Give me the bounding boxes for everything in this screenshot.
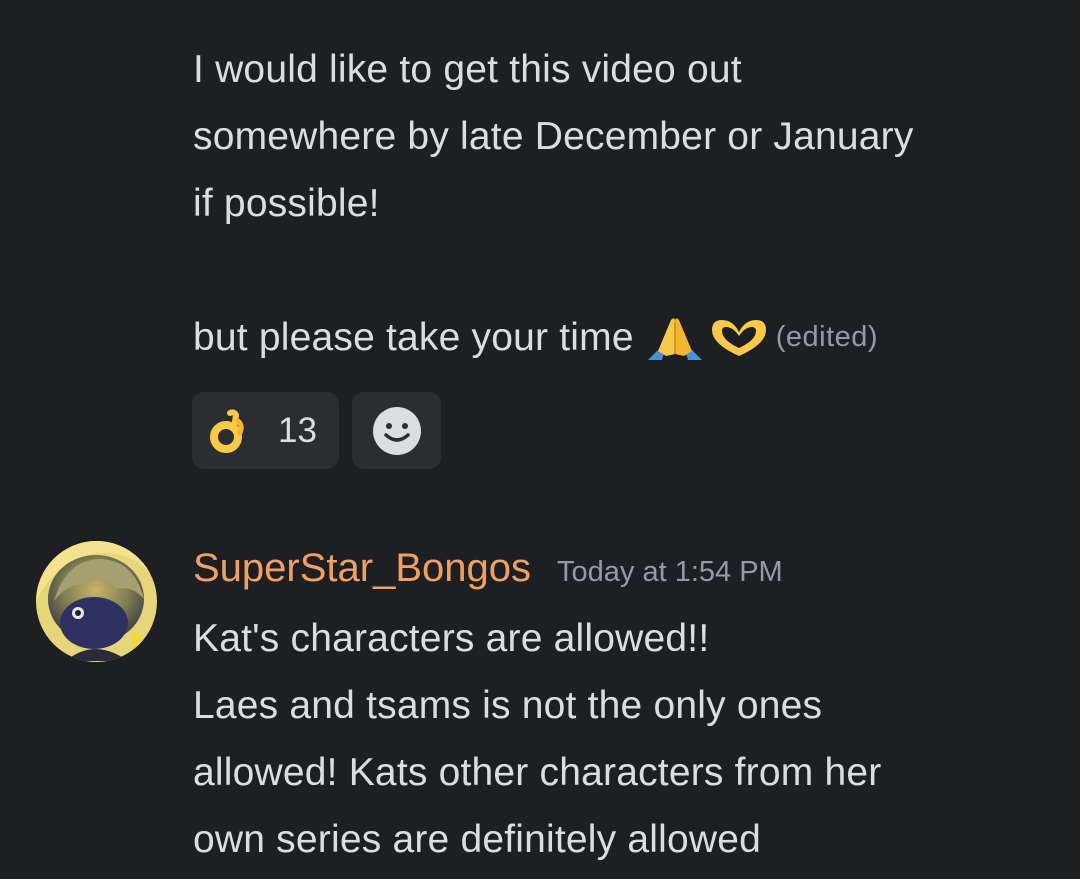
reaction-count: 13 [278,410,317,450]
message-line: somewhere by late December or January [193,115,914,158]
avatar-image [36,541,157,662]
message-line: Kat's characters are allowed!! [193,617,710,660]
edited-label: (edited) [775,321,879,353]
avatar[interactable] [36,541,157,662]
heart-hands-emoji-icon [711,319,766,356]
message-header: SuperStar_Bongos Today at 1:54 PM [193,546,783,606]
message-content: I would like to get this video out somew… [193,36,914,371]
message-line: if possible! [193,182,380,225]
message-line: I would like to get this video out [193,48,742,91]
message-line: own series are definitely allowed [193,818,762,861]
username[interactable]: SuperStar_Bongos [193,546,531,591]
message-line-last: but please take your time (edited) [193,304,914,371]
ok-hand-emoji-icon [210,408,244,453]
add-reaction-icon [372,406,421,455]
timestamp: Today at 1:54 PM [557,556,783,588]
message-content: Kat's characters are allowed!! Laes and … [193,605,881,873]
reaction-ok-hand[interactable]: 13 [192,392,339,469]
reactions-bar: 13 [192,392,441,469]
message-line: but please take your time [193,316,634,359]
message-line: Laes and tsams is not the only ones [193,684,823,727]
add-reaction-button[interactable] [352,392,441,469]
message-line: allowed! Kats other characters from her [193,751,882,794]
pray-emoji-icon [647,317,702,360]
